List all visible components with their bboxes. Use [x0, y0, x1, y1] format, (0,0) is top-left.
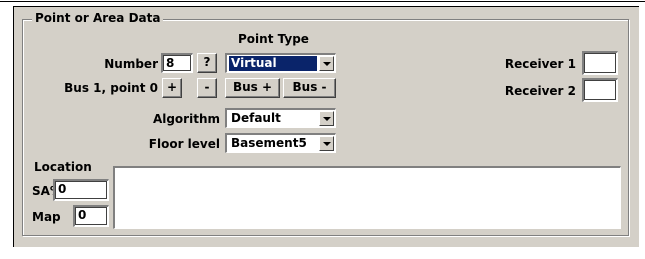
- receiver2-label: Receiver 2: [504, 84, 576, 98]
- sa-percent-input[interactable]: 0: [53, 179, 109, 201]
- receiver1-input[interactable]: [582, 51, 618, 75]
- help-button[interactable]: ?: [197, 53, 217, 73]
- chevron-down-icon[interactable]: [319, 136, 334, 151]
- bus-point-label: Bus 1, point 0: [64, 81, 158, 95]
- algorithm-value: Default: [231, 111, 281, 125]
- number-input[interactable]: 8: [161, 53, 193, 73]
- location-textarea[interactable]: [113, 166, 621, 229]
- bus-decrement-button[interactable]: Bus -: [283, 78, 336, 98]
- map-label: Map: [32, 210, 61, 224]
- groupbox-title: Point or Area Data: [32, 11, 164, 25]
- point-type-value: Virtual: [229, 56, 317, 71]
- point-decrement-button[interactable]: -: [197, 78, 217, 98]
- floor-level-label: Floor level: [148, 137, 220, 151]
- point-type-select[interactable]: Virtual: [225, 53, 336, 73]
- number-label: Number: [104, 57, 158, 71]
- algorithm-select[interactable]: Default: [225, 108, 336, 128]
- receiver2-input[interactable]: [582, 78, 618, 102]
- floor-level-select[interactable]: Basement5: [225, 133, 336, 153]
- map-input[interactable]: 0: [73, 205, 109, 227]
- point-increment-button[interactable]: +: [162, 78, 182, 98]
- floor-level-value: Basement5: [231, 136, 307, 150]
- chevron-down-icon[interactable]: [319, 111, 334, 126]
- receiver1-label: Receiver 1: [504, 57, 576, 71]
- algorithm-label: Algorithm: [152, 112, 220, 126]
- location-label: Location: [34, 160, 92, 174]
- bus-increment-button[interactable]: Bus +: [225, 78, 280, 98]
- chevron-down-icon[interactable]: [319, 56, 334, 71]
- top-rule: [0, 1, 645, 2]
- point-type-label: Point Type: [238, 32, 309, 46]
